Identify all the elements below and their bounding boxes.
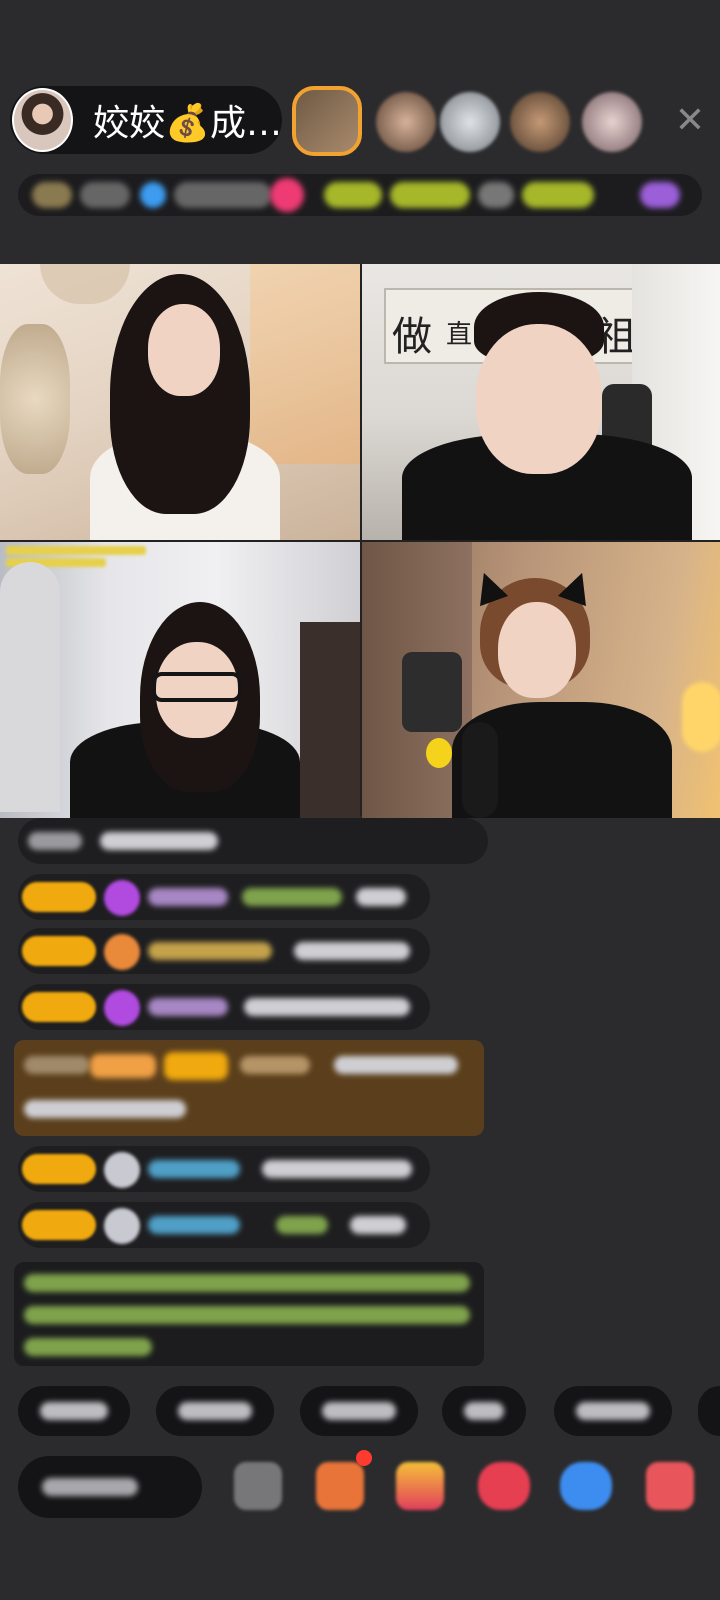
level-badge <box>22 936 96 966</box>
video-tile-host[interactable] <box>0 264 360 540</box>
chat-message-highlighted[interactable] <box>14 1040 484 1136</box>
gift-box-icon[interactable] <box>396 1462 444 1510</box>
level-badge <box>22 882 96 912</box>
microphone <box>462 722 498 818</box>
fans-icon <box>140 182 166 208</box>
level-badge <box>22 1210 96 1240</box>
chat-text-blurred <box>244 998 410 1016</box>
wall-painting <box>250 264 360 464</box>
game-icon[interactable] <box>560 1462 612 1510</box>
host-name: 姣姣💰成… <box>93 103 282 144</box>
diamond-icon <box>104 880 140 916</box>
video-tile-guest-3[interactable] <box>362 542 720 818</box>
top-viewer-avatar-2[interactable] <box>376 92 436 152</box>
username-blurred[interactable] <box>148 998 228 1016</box>
user-level-icon <box>104 1208 140 1244</box>
notification-dot <box>356 1450 372 1466</box>
notice-text-blurred <box>24 1306 470 1324</box>
mirror <box>0 562 60 812</box>
cushion <box>402 652 462 732</box>
more-icon[interactable] <box>234 1462 282 1510</box>
stream-info-strip[interactable] <box>18 174 702 216</box>
quick-reply-2[interactable] <box>156 1386 274 1436</box>
comment-input-button[interactable] <box>18 1456 202 1518</box>
furniture <box>300 622 360 818</box>
lamp-decor <box>40 264 130 304</box>
chat-text-blurred <box>276 1216 328 1234</box>
pk-icon[interactable] <box>478 1462 530 1510</box>
quick-reply-4[interactable] <box>442 1386 526 1436</box>
calligraphy-char-2: 直 <box>446 320 473 350</box>
diamond-icon <box>104 990 140 1026</box>
username-blurred[interactable] <box>148 1160 240 1178</box>
close-icon[interactable]: ✕ <box>668 98 712 142</box>
chat-message-6[interactable] <box>18 1202 430 1248</box>
username-blurred[interactable] <box>148 942 272 960</box>
top-viewer-avatar-4[interactable] <box>510 92 570 152</box>
rank-text-blurred <box>80 182 130 208</box>
video-tile-guest-1[interactable]: 做 直 播 祖 <box>362 264 720 540</box>
username-blurred[interactable] <box>148 1216 240 1234</box>
chat-text-blurred <box>100 832 218 850</box>
flower-vase <box>0 324 70 474</box>
chat-text-blurred <box>28 832 82 850</box>
guest-3-face <box>498 602 576 698</box>
top-viewer-avatar-3[interactable] <box>440 92 500 152</box>
chat-message-3[interactable] <box>18 928 430 974</box>
chat-message-4[interactable] <box>18 984 430 1030</box>
multi-guest-video-grid: 做 直 播 祖 <box>0 264 720 818</box>
notice-text-blurred <box>24 1338 152 1356</box>
top-viewer-avatar-1[interactable] <box>292 86 362 156</box>
glasses <box>152 672 242 702</box>
quick-reply-1[interactable] <box>18 1386 130 1436</box>
video-tile-guest-2[interactable] <box>0 542 360 818</box>
chat-message-1[interactable] <box>18 818 488 864</box>
lamp-glow <box>682 682 720 752</box>
fan-club-icon[interactable] <box>270 178 304 212</box>
tag-1-blurred <box>324 182 382 208</box>
chat-message-2[interactable] <box>18 874 430 920</box>
chat-text-blurred <box>242 888 342 906</box>
host-face <box>148 304 220 396</box>
username-blurred[interactable] <box>148 888 228 906</box>
chat-text-blurred <box>262 1160 412 1178</box>
guest-1-face <box>476 324 602 474</box>
top-viewer-avatar-5[interactable] <box>582 92 642 152</box>
host-avatar[interactable] <box>12 88 74 152</box>
tag-4-blurred <box>522 182 594 208</box>
chat-text-blurred <box>356 888 406 906</box>
system-notice <box>14 1262 484 1366</box>
rank-badge-icon <box>32 182 72 208</box>
medal-icon <box>104 934 140 970</box>
gift-icon[interactable] <box>646 1462 694 1510</box>
chat-text-blurred <box>294 942 410 960</box>
user-level-icon <box>104 1152 140 1188</box>
chat-message-5[interactable] <box>18 1146 430 1192</box>
chat-text-blurred <box>334 1056 458 1074</box>
chat-text-blurred <box>350 1216 406 1234</box>
host-info-pill[interactable]: 姣姣💰成… <box>10 86 282 154</box>
notice-text-blurred <box>24 1274 470 1292</box>
level-badge <box>22 1154 96 1184</box>
quick-reply-6[interactable] <box>698 1386 720 1436</box>
live-stream-screen: 姣姣💰成… ✕ 做 直 播 <box>0 0 720 1600</box>
quick-reply-5[interactable] <box>554 1386 672 1436</box>
username-blurred <box>240 1056 310 1074</box>
chat-text-blurred <box>24 1100 186 1118</box>
calligraphy-char-1: 做 <box>392 314 432 360</box>
level-badge <box>164 1052 228 1080</box>
quick-reply-3[interactable] <box>300 1386 418 1436</box>
fans-text-blurred <box>174 182 272 208</box>
chat-badge-blurred <box>24 1056 90 1074</box>
level-badge <box>22 992 96 1022</box>
rubber-duck <box>426 738 452 768</box>
activity-icon[interactable] <box>640 182 680 208</box>
tag-2-blurred <box>390 182 470 208</box>
vip-badge <box>90 1054 156 1078</box>
tag-3-blurred <box>478 182 514 208</box>
shop-icon[interactable] <box>316 1462 364 1510</box>
